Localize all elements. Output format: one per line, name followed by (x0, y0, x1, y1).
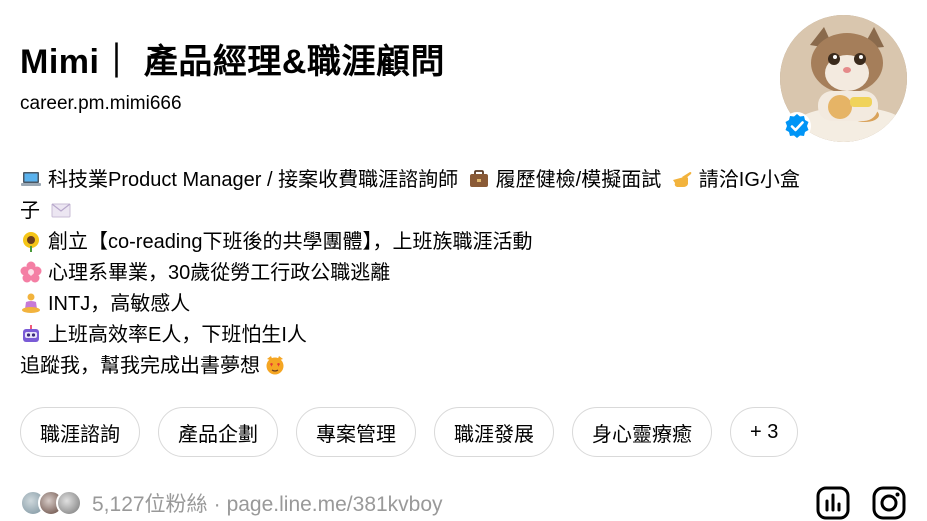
profile-footer: 5,127位粉絲 · page.line.me/381kvboy (20, 486, 443, 520)
follower-count[interactable]: 5,127位粉絲 (92, 493, 208, 516)
verified-badge-icon (783, 112, 811, 140)
bio-text: 追蹤我，幫我完成出書夢想 (20, 355, 260, 377)
profile-handle[interactable]: career.pm.mimi666 (20, 92, 760, 116)
bio-line: 追蹤我，幫我完成出書夢想 (20, 351, 900, 382)
meditation-icon (22, 293, 40, 313)
bio-text: 上班高效率E人，下班怕生I人 (48, 324, 307, 346)
robot-icon (23, 325, 39, 342)
cherry-blossom-icon (20, 261, 42, 283)
follower-avatars[interactable] (20, 490, 82, 516)
separator: · (213, 493, 221, 516)
briefcase-icon (469, 170, 488, 187)
tag-product-planning[interactable]: 產品企劃 (158, 407, 278, 457)
bio-line: 子 (20, 196, 900, 227)
bio-text: 創立【co-reading下班後的共學團體】，上班族職涯活動 (48, 231, 533, 253)
tag-more-button[interactable]: + 3 (730, 407, 799, 457)
bio-line: 科技業Product Manager / 接案收費職涯諮詢師 履歷健檢/模擬面試… (20, 165, 900, 196)
bio-text: INTJ，高敏感人 (48, 293, 191, 315)
profile-name: Mimi｜ 產品經理&職涯顧問 (20, 43, 445, 81)
tag-career-development[interactable]: 職涯發展 (434, 407, 554, 457)
bio-text: 請洽IG小盒 (698, 169, 800, 191)
bio-line: 創立【co-reading下班後的共學團體】，上班族職涯活動 (20, 227, 900, 258)
profile-link[interactable]: page.line.me/381kvboy (227, 493, 443, 516)
insights-chart-icon[interactable] (815, 485, 851, 521)
tag-project-management[interactable]: 專案管理 (296, 407, 416, 457)
laptop-icon (21, 172, 41, 186)
pointing-hand-icon (672, 172, 692, 187)
bio-line: 上班高效率E人，下班怕生I人 (20, 320, 900, 351)
bio-text: 子 (20, 200, 40, 222)
sunflower-icon (23, 232, 39, 252)
footer-actions (815, 485, 907, 521)
tag-mind-body-healing[interactable]: 身心靈療癒 (572, 407, 712, 457)
bio-text: 心理系畢業，30歲從勞工行政公職逃離 (48, 262, 391, 284)
bio-line: INTJ，高敏感人 (20, 289, 900, 320)
profile-header: Mimi｜ 產品經理&職涯顧問 career.pm.mimi666 (20, 38, 760, 116)
profile-bio: 科技業Product Manager / 接案收費職涯諮詢師 履歷健檢/模擬面試… (20, 165, 900, 382)
footer-text: 5,127位粉絲 · page.line.me/381kvboy (92, 488, 443, 518)
bio-text: 履歷健檢/模擬面試 (495, 169, 662, 191)
instagram-icon[interactable] (871, 485, 907, 521)
topic-tags: 職涯諮詢 產品企劃 專案管理 職涯發展 身心靈療癒 + 3 (20, 407, 799, 457)
avatar (56, 490, 82, 516)
bio-text: 科技業Product Manager / 接案收費職涯諮詢師 (48, 169, 459, 191)
bio-line: 心理系畢業，30歲從勞工行政公職逃離 (20, 258, 900, 289)
envelope-icon (51, 203, 71, 218)
tag-career-consulting[interactable]: 職涯諮詢 (20, 407, 140, 457)
heart-eyes-cat-icon (266, 356, 284, 375)
